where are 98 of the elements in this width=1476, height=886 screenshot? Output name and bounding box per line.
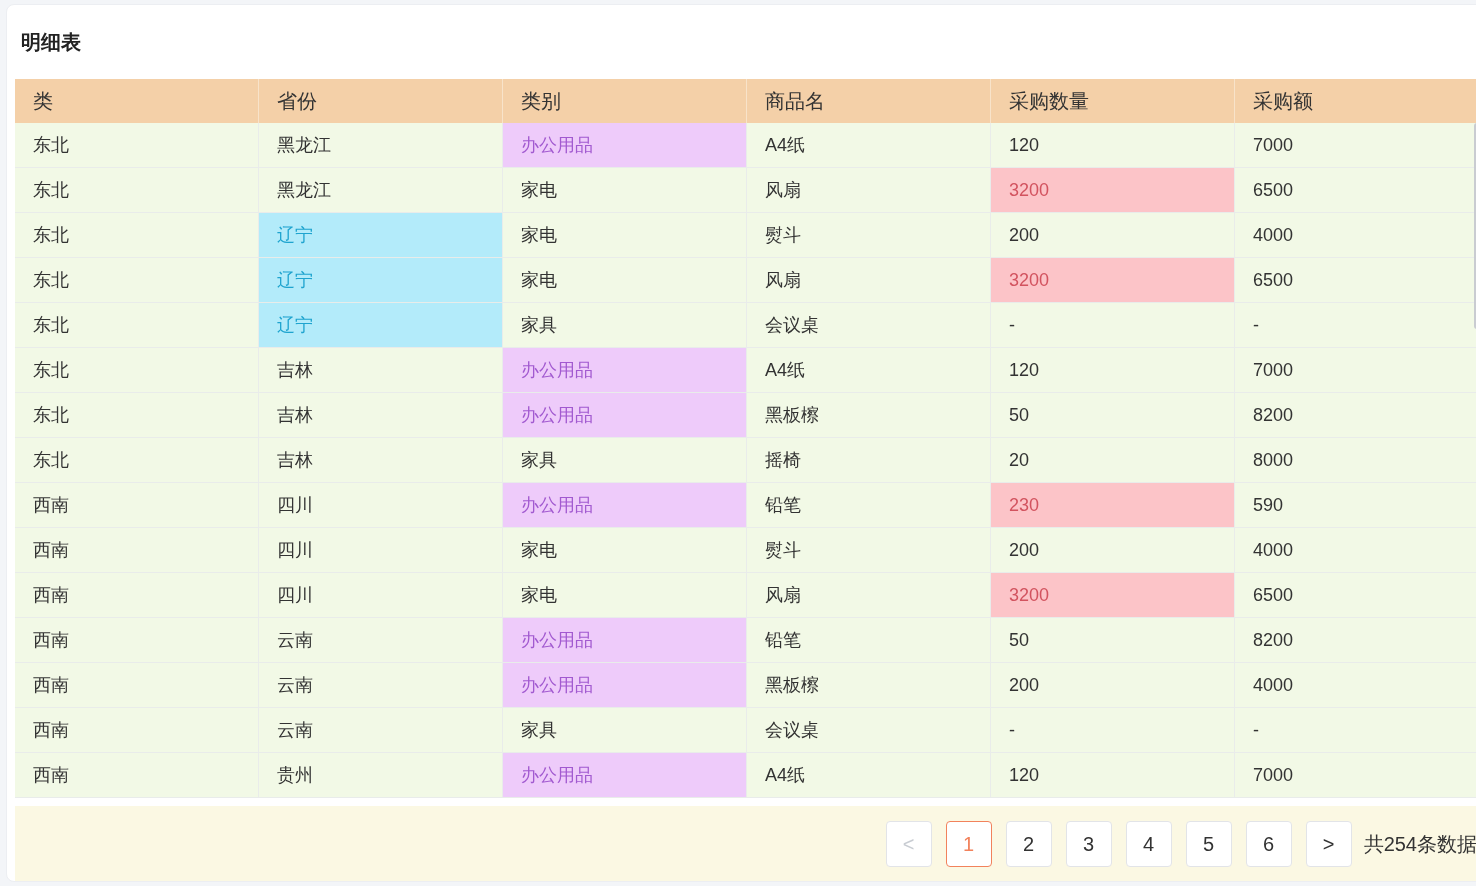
table-cell: 4000: [1235, 213, 1476, 257]
table-cell: -: [1235, 303, 1476, 347]
page-button[interactable]: 6: [1245, 820, 1292, 867]
table-cell: 熨斗: [747, 528, 991, 572]
table-cell: 家电: [503, 168, 747, 212]
table-cell: 办公用品: [503, 348, 747, 392]
table-cell: 会议桌: [747, 708, 991, 752]
table-cell: 办公用品: [503, 663, 747, 707]
table-cell: 8200: [1235, 393, 1476, 437]
table-cell: 200: [991, 213, 1235, 257]
table-cell: 辽宁: [259, 213, 503, 257]
page-button[interactable]: 4: [1125, 820, 1172, 867]
table-cell: 办公用品: [503, 753, 747, 797]
table-cell: 家电: [503, 528, 747, 572]
table-cell: 3200: [991, 573, 1235, 617]
table-cell: 120: [991, 753, 1235, 797]
table-cell: 办公用品: [503, 618, 747, 662]
table-cell: 家电: [503, 213, 747, 257]
table-cell: 吉林: [259, 438, 503, 482]
table-cell: 云南: [259, 663, 503, 707]
table-cell: 200: [991, 528, 1235, 572]
table-cell: 7000: [1235, 753, 1476, 797]
table-cell: 4000: [1235, 663, 1476, 707]
table-cell: 6500: [1235, 168, 1476, 212]
table-cell: 8000: [1235, 438, 1476, 482]
table-cell: 西南: [15, 663, 259, 707]
table-cell: 东北: [15, 213, 259, 257]
table-cell: 50: [991, 618, 1235, 662]
table-cell: 熨斗: [747, 213, 991, 257]
table-title: 明细表: [21, 30, 81, 55]
table-cell: 吉林: [259, 348, 503, 392]
table-cell: 东北: [15, 123, 259, 167]
table-cell: 西南: [15, 573, 259, 617]
table-cell: 西南: [15, 618, 259, 662]
table-cell: 办公用品: [503, 483, 747, 527]
table-cell: 西南: [15, 528, 259, 572]
page-button[interactable]: 5: [1185, 820, 1232, 867]
table-cell: 西南: [15, 753, 259, 797]
table-cell: 120: [991, 123, 1235, 167]
table-cell: 黑板檫: [747, 393, 991, 437]
table-cell: -: [991, 708, 1235, 752]
table-cell: 东北: [15, 168, 259, 212]
table-cell: 风扇: [747, 573, 991, 617]
next-page-button[interactable]: >: [1305, 820, 1352, 867]
table-cell: 西南: [15, 483, 259, 527]
table-cell: 家电: [503, 573, 747, 617]
total-count: 共254条数据: [1363, 831, 1476, 857]
table-cell: 铅笔: [747, 618, 991, 662]
table-cell: 辽宁: [259, 303, 503, 347]
table-cell: 50: [991, 393, 1235, 437]
table-cell: A4纸: [747, 753, 991, 797]
table-cell: 风扇: [747, 258, 991, 302]
table-cell: 200: [991, 663, 1235, 707]
table-cell: 云南: [259, 708, 503, 752]
table-cell: 家具: [503, 708, 747, 752]
table-cell: -: [1235, 708, 1476, 752]
page-button[interactable]: 2: [1005, 820, 1052, 867]
table-cell: 东北: [15, 258, 259, 302]
table-cell: 风扇: [747, 168, 991, 212]
table-cell: 办公用品: [503, 393, 747, 437]
table-cell: 西南: [15, 708, 259, 752]
table-cell: 四川: [259, 528, 503, 572]
table-cell: 铅笔: [747, 483, 991, 527]
table-cell: 6500: [1235, 573, 1476, 617]
table-cell: 20: [991, 438, 1235, 482]
table-cell: 黑板檫: [747, 663, 991, 707]
table-cell: 东北: [15, 393, 259, 437]
table-cell: 7000: [1235, 348, 1476, 392]
table-cell: 家具: [503, 438, 747, 482]
table-cell: 230: [991, 483, 1235, 527]
table-cell: 120: [991, 348, 1235, 392]
table-cell: 7000: [1235, 123, 1476, 167]
table-cell: 办公用品: [503, 123, 747, 167]
table-cell: 东北: [15, 348, 259, 392]
table-cell: 3200: [991, 258, 1235, 302]
table-cell: -: [991, 303, 1235, 347]
table-cell: 辽宁: [259, 258, 503, 302]
table-cell: 贵州: [259, 753, 503, 797]
table-cell: 3200: [991, 168, 1235, 212]
table-cell: 东北: [15, 438, 259, 482]
table-cell: 四川: [259, 573, 503, 617]
table-cell: 黑龙江: [259, 168, 503, 212]
table-cell: 会议桌: [747, 303, 991, 347]
table-cell: 590: [1235, 483, 1476, 527]
table-cell: 8200: [1235, 618, 1476, 662]
table-cell: 家电: [503, 258, 747, 302]
table-cell: A4纸: [747, 123, 991, 167]
page-button[interactable]: 3: [1065, 820, 1112, 867]
table-cell: 四川: [259, 483, 503, 527]
table-cell: 吉林: [259, 393, 503, 437]
table-cell: 东北: [15, 303, 259, 347]
table-cell: 云南: [259, 618, 503, 662]
table-cell: 4000: [1235, 528, 1476, 572]
table-cell: 摇椅: [747, 438, 991, 482]
table-cell: 6500: [1235, 258, 1476, 302]
table-cell: 家具: [503, 303, 747, 347]
table-cell: A4纸: [747, 348, 991, 392]
table-cell: 黑龙江: [259, 123, 503, 167]
